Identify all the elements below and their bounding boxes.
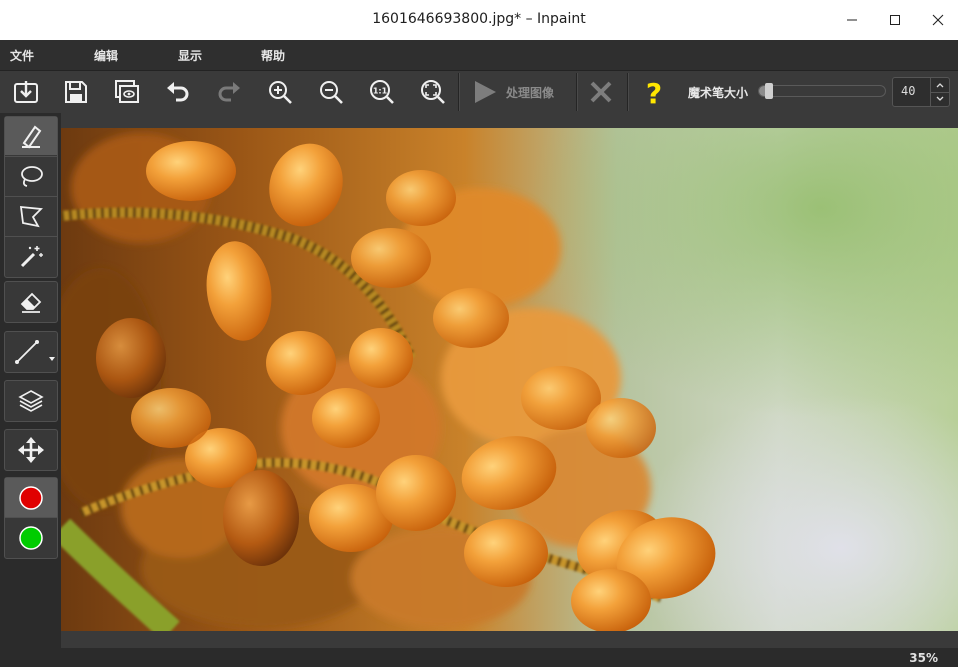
close-button[interactable] — [916, 0, 958, 40]
brush-size-label: 魔术笔大小 — [688, 86, 749, 100]
minimize-icon — [847, 19, 857, 21]
layers-tool-button[interactable] — [5, 382, 57, 420]
zoom-out-icon — [320, 81, 343, 104]
toolbar-separator — [458, 73, 460, 111]
zoom-in-icon — [269, 81, 292, 104]
line-icon — [15, 340, 39, 364]
actual-size-button[interactable]: 1:1 — [362, 71, 402, 113]
polygon-lasso-icon — [19, 205, 43, 228]
move-group — [4, 429, 58, 471]
toolbar: 1:1 处理图像 ? 魔术笔大小 40 — [0, 70, 958, 114]
undo-icon — [167, 82, 189, 102]
brush-size-slider[interactable] — [758, 83, 886, 99]
redo-button[interactable] — [209, 71, 249, 113]
save-button[interactable] — [56, 71, 96, 113]
selection-tools-group — [4, 116, 58, 278]
svg-text:?: ? — [646, 77, 662, 107]
green-marker-icon — [19, 525, 43, 550]
close-icon — [932, 14, 944, 26]
menu-edit[interactable]: 编辑 — [94, 47, 118, 64]
play-icon — [475, 81, 496, 103]
polygon-lasso-tool-button[interactable] — [5, 197, 57, 235]
open-button[interactable] — [6, 71, 46, 113]
red-marker-button[interactable] — [5, 478, 57, 517]
image-canvas[interactable] — [61, 128, 958, 631]
help-icon: ? — [646, 77, 662, 107]
tool-panel — [0, 113, 61, 648]
status-bar: 35% — [0, 648, 958, 667]
chevron-up-icon — [936, 83, 944, 88]
preview-icon — [115, 80, 139, 103]
maximize-icon — [890, 15, 900, 25]
process-image-label: 处理图像 — [506, 85, 555, 100]
red-marker-icon — [19, 485, 43, 510]
brush-size-slider-handle[interactable] — [765, 83, 773, 99]
eraser-group — [4, 281, 58, 323]
fit-to-window-icon — [421, 80, 445, 104]
line-group — [4, 331, 58, 373]
lasso-tool-button[interactable] — [5, 157, 57, 195]
spin-down-button[interactable] — [931, 92, 949, 106]
menu-file[interactable]: 文件 — [10, 47, 34, 64]
toolbar-separator — [627, 73, 629, 111]
window-title: 1601646693800.jpg* – Inpaint — [372, 11, 586, 27]
green-marker-button[interactable] — [5, 518, 57, 557]
eraser-tool-button[interactable] — [5, 283, 57, 321]
caret-down-icon — [49, 357, 55, 361]
layers-group — [4, 380, 58, 422]
cancel-button[interactable] — [581, 71, 621, 113]
zoom-out-button[interactable] — [311, 71, 351, 113]
minimize-button[interactable] — [830, 0, 874, 40]
move-icon — [18, 437, 44, 463]
save-icon — [65, 81, 87, 103]
menu-view[interactable]: 显示 — [178, 47, 202, 64]
marker-tool-button[interactable] — [5, 117, 57, 155]
cancel-icon — [590, 81, 612, 103]
marker-colors-group — [4, 477, 58, 559]
svg-text:1:1: 1:1 — [373, 87, 388, 96]
canvas-area[interactable] — [61, 113, 958, 648]
toolbar-separator — [576, 73, 578, 111]
eraser-icon — [20, 292, 42, 313]
redo-icon — [218, 82, 240, 102]
lasso-icon — [21, 166, 43, 187]
zoom-level: 35% — [909, 651, 938, 665]
brush-size-value[interactable]: 40 — [901, 84, 915, 98]
process-image-button[interactable]: 处理图像 — [462, 73, 574, 111]
photo-palm-fruits — [61, 133, 716, 631]
open-icon — [14, 81, 38, 103]
zoom-in-button[interactable] — [260, 71, 300, 113]
magic-wand-tool-button[interactable] — [5, 237, 57, 275]
spin-buttons — [930, 78, 949, 106]
preview-button[interactable] — [107, 71, 147, 113]
menu-help[interactable]: 帮助 — [261, 47, 285, 64]
layers-icon — [18, 390, 44, 412]
fit-to-window-button[interactable] — [413, 71, 453, 113]
menu-bar: 文件 编辑 显示 帮助 — [0, 40, 958, 70]
brush-size-spinbox[interactable]: 40 — [892, 77, 950, 107]
magic-wand-icon — [20, 246, 43, 268]
help-button[interactable]: ? — [634, 71, 674, 113]
undo-button[interactable] — [158, 71, 198, 113]
chevron-down-icon — [936, 96, 944, 101]
marker-icon — [22, 125, 42, 149]
move-tool-button[interactable] — [5, 431, 57, 469]
line-tool-button[interactable] — [5, 333, 49, 371]
line-options-dropdown[interactable] — [49, 347, 55, 366]
maximize-button[interactable] — [873, 0, 917, 40]
title-bar: 1601646693800.jpg* – Inpaint — [0, 0, 958, 41]
actual-size-icon: 1:1 — [370, 80, 394, 104]
spin-up-button[interactable] — [931, 78, 949, 93]
